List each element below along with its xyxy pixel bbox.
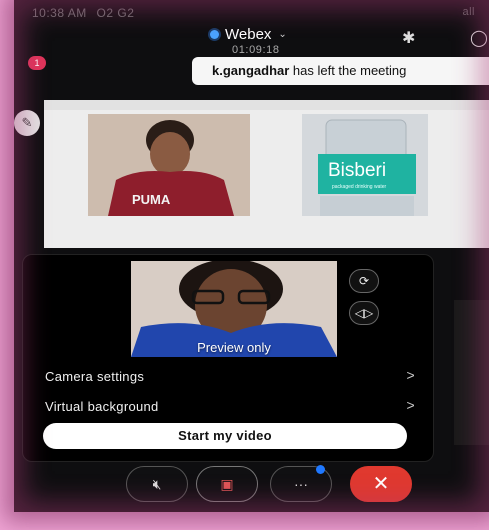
start-video-button[interactable]: Start my video [43, 423, 407, 449]
status-extra: O2 G2 [96, 6, 135, 20]
puma-text: PUMA [132, 192, 171, 207]
camera-settings-label: Camera settings [45, 369, 145, 384]
shared-image-person: PUMA [88, 114, 250, 216]
bisberi-text: Bisberi [328, 160, 386, 181]
notification-badge: 1 [28, 56, 46, 70]
participant-left-toast: k.gangadhar has left the meeting [192, 57, 489, 85]
stage-edge [454, 300, 489, 445]
meeting-timer: 01:09:18 [232, 44, 280, 56]
shared-image-bottle: Bisberi packaged drinking water [302, 114, 428, 216]
chevron-right-icon: > [406, 397, 415, 413]
switch-camera-icon[interactable]: ⟳ [349, 269, 379, 293]
bisberi-sub-text: packaged drinking water [332, 184, 387, 190]
virtual-background-row[interactable]: Virtual background > [45, 397, 415, 414]
system-nav-bar [14, 496, 489, 512]
video-off-icon: ▣ [220, 476, 234, 492]
participants-icon[interactable]: ◯ [470, 28, 488, 48]
status-signal: all [462, 6, 475, 18]
virtual-background-label: Virtual background [45, 399, 159, 414]
webex-logo-icon [210, 30, 219, 39]
preview-only-label: Preview only [197, 340, 271, 355]
app-title: Webex [225, 26, 272, 43]
meeting-header: Webex ⌄ 01:09:18 ✱ ◯ [14, 24, 489, 56]
toast-message: has left the meeting [289, 63, 407, 78]
shared-toolbar [44, 100, 489, 110]
status-bar: 10:38 AM O2 G2 all [14, 0, 489, 24]
video-preview-panel: Preview only ⟳ ◁▷ Camera settings > Virt… [22, 254, 434, 462]
mirror-icon[interactable]: ◁▷ [349, 301, 379, 325]
mic-off-icon: 🔇︎ [152, 476, 162, 492]
chevron-right-icon: > [406, 367, 415, 383]
more-icon: ··· [294, 476, 308, 492]
toast-user: k.gangadhar [212, 63, 290, 78]
notification-dot [316, 465, 325, 474]
annotate-icon[interactable]: ✎ [14, 110, 40, 136]
meeting-title[interactable]: Webex ⌄ [210, 26, 287, 43]
chevron-down-icon: ⌄ [278, 29, 287, 40]
camera-settings-row[interactable]: Camera settings > [45, 367, 415, 384]
close-icon: ✕ [372, 473, 390, 495]
status-time: 10:38 AM [32, 6, 87, 20]
self-preview: Preview only [131, 261, 337, 357]
bluetooth-icon[interactable]: ✱ [402, 28, 415, 48]
shared-content: PUMA Bisberi packaged drinking water [44, 100, 489, 248]
app-window: 10:38 AM O2 G2 all Webex ⌄ 01:09:18 ✱ ◯ … [14, 0, 489, 512]
